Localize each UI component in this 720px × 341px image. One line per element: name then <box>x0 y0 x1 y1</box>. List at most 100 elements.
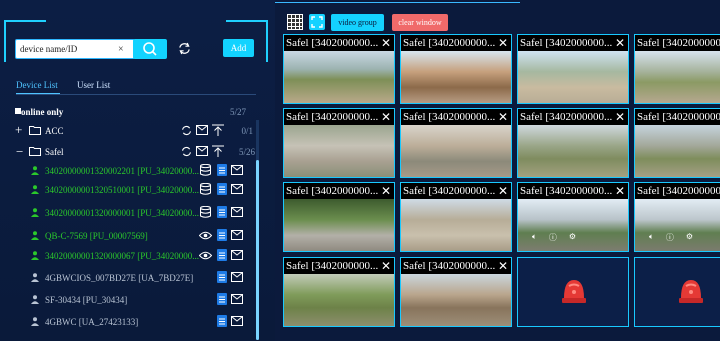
search-button[interactable] <box>133 39 167 59</box>
device-row[interactable]: QB-C-7569 [PU_00007569] <box>0 226 260 246</box>
device-label: 4GBWC [UA_27423133] <box>45 317 139 327</box>
document-icon[interactable] <box>217 271 227 283</box>
mail-icon[interactable] <box>231 184 243 194</box>
mail-icon[interactable] <box>231 250 243 260</box>
empty-video-cell[interactable] <box>517 257 629 327</box>
camera-feed[interactable] <box>284 125 394 177</box>
close-icon[interactable]: ✕ <box>615 183 625 199</box>
video-cell[interactable]: Safel [3402000000...✕ <box>517 34 629 104</box>
search-input[interactable] <box>16 44 116 54</box>
device-row[interactable]: 4GBWC [UA_27423133] <box>0 312 260 332</box>
video-cell[interactable]: Safel [3402000000...✕ <box>634 108 720 178</box>
document-icon[interactable] <box>217 229 227 241</box>
device-row[interactable]: 34020000001320000001 [PU_34020000... <box>0 203 260 223</box>
close-icon[interactable]: ✕ <box>498 258 508 274</box>
clear-window-button[interactable]: clear window <box>392 14 448 31</box>
camera-feed[interactable] <box>401 125 511 177</box>
camera-feed[interactable] <box>284 199 394 251</box>
close-icon[interactable]: ✕ <box>381 258 391 274</box>
document-icon[interactable] <box>217 249 227 261</box>
grid-layout-icon[interactable] <box>287 14 303 30</box>
refresh-button[interactable] <box>178 42 191 60</box>
document-icon[interactable] <box>217 164 227 176</box>
video-cell[interactable]: Safel [3402000000...✕ <box>283 34 395 104</box>
video-cell[interactable]: Safel [3402000000...✕ <box>283 182 395 252</box>
device-label: 34020000001320000001 [PU_34020000... <box>45 208 200 218</box>
camera-feed[interactable] <box>518 199 628 251</box>
video-cell[interactable]: Safel [3402000000...✕ <box>400 108 512 178</box>
upload-icon[interactable] <box>212 124 224 136</box>
refresh-icon[interactable] <box>181 125 192 136</box>
camera-feed[interactable] <box>635 125 720 177</box>
settings-icon[interactable]: ⚙︎ <box>569 232 576 243</box>
device-row[interactable]: 34020000001320000067 [PU_34020000... <box>0 246 260 266</box>
refresh-icon[interactable] <box>181 146 192 157</box>
close-icon[interactable]: ✕ <box>498 109 508 125</box>
eye-icon[interactable] <box>199 251 212 260</box>
mail-icon[interactable] <box>231 165 243 175</box>
tab-device-list[interactable]: Device List <box>16 80 58 90</box>
mail-icon[interactable] <box>231 294 243 304</box>
video-cell[interactable]: Safel [3402000000...✕ <box>517 108 629 178</box>
mail-icon[interactable] <box>231 272 243 282</box>
camera-feed[interactable] <box>284 274 394 326</box>
expand-plus-icon[interactable]: + <box>15 122 22 138</box>
info-icon[interactable]: ⓘ <box>549 232 557 243</box>
video-cell[interactable]: Safel [3402000000...✕ <box>634 34 720 104</box>
close-icon[interactable]: ✕ <box>381 109 391 125</box>
video-cell[interactable]: Safel [3402000000...✕ <box>283 257 395 327</box>
database-icon[interactable] <box>200 164 211 176</box>
close-icon[interactable]: ✕ <box>498 35 508 51</box>
info-icon[interactable]: ⓘ <box>666 232 674 243</box>
eye-icon[interactable] <box>199 231 212 240</box>
camera-feed[interactable] <box>401 274 511 326</box>
settings-icon[interactable]: ⚙︎ <box>686 232 693 243</box>
database-icon[interactable] <box>200 206 211 218</box>
add-button[interactable]: Add <box>223 39 254 57</box>
empty-video-cell[interactable] <box>634 257 720 327</box>
camera-feed[interactable] <box>284 51 394 103</box>
close-icon[interactable]: ✕ <box>381 35 391 51</box>
fullscreen-icon[interactable] <box>309 14 325 30</box>
mail-icon[interactable] <box>231 230 243 240</box>
scrollbar-thumb[interactable] <box>256 160 259 340</box>
camera-feed[interactable] <box>635 51 720 103</box>
database-icon[interactable] <box>200 183 211 195</box>
group-row-safel[interactable]: − Safel 5/26 <box>0 142 260 162</box>
close-icon[interactable]: ✕ <box>381 183 391 199</box>
device-row[interactable]: SF-30434 [PU_30434] <box>0 290 260 310</box>
document-icon[interactable] <box>217 183 227 195</box>
video-cell[interactable]: Safel [3402000000...✕🔈︎ⓘ⚙︎ <box>634 182 720 252</box>
device-row[interactable]: 34020000001320002201 [PU_34020000... <box>0 161 260 181</box>
video-cell[interactable]: Safel [3402000000...✕🔈︎ⓘ⚙︎ <box>517 182 629 252</box>
mail-icon[interactable] <box>231 316 243 326</box>
tab-user-list[interactable]: User List <box>77 80 110 90</box>
device-row[interactable]: 4GBWCIOS_007BD27E [UA_7BD27E] <box>0 268 260 288</box>
document-icon[interactable] <box>217 315 227 327</box>
video-cell[interactable]: Safel [3402000000...✕ <box>400 34 512 104</box>
close-icon[interactable]: ✕ <box>498 183 508 199</box>
video-cell[interactable]: Safel [3402000000...✕ <box>283 108 395 178</box>
camera-feed[interactable] <box>401 199 511 251</box>
mail-icon[interactable] <box>196 125 208 135</box>
upload-icon[interactable] <box>212 145 224 157</box>
volume-icon[interactable]: 🔈︎ <box>649 232 654 243</box>
camera-feed[interactable] <box>518 51 628 103</box>
mail-icon[interactable] <box>231 207 243 217</box>
device-row[interactable]: 34020000001320510001 [PU_34020000... <box>0 180 260 200</box>
close-icon[interactable]: ✕ <box>615 109 625 125</box>
group-row-acc[interactable]: + ACC 0/1 <box>0 121 260 141</box>
video-cell[interactable]: Safel [3402000000...✕ <box>400 257 512 327</box>
mail-icon[interactable] <box>196 146 208 156</box>
video-cell[interactable]: Safel [3402000000...✕ <box>400 182 512 252</box>
document-icon[interactable] <box>217 206 227 218</box>
collapse-minus-icon[interactable]: − <box>16 144 23 160</box>
video-group-button[interactable]: video group <box>331 14 384 31</box>
document-icon[interactable] <box>217 293 227 305</box>
camera-feed[interactable] <box>635 199 720 251</box>
clear-search-icon[interactable]: × <box>116 44 124 55</box>
camera-feed[interactable] <box>401 51 511 103</box>
volume-icon[interactable]: 🔈︎ <box>532 232 537 243</box>
close-icon[interactable]: ✕ <box>615 35 625 51</box>
camera-feed[interactable] <box>518 125 628 177</box>
